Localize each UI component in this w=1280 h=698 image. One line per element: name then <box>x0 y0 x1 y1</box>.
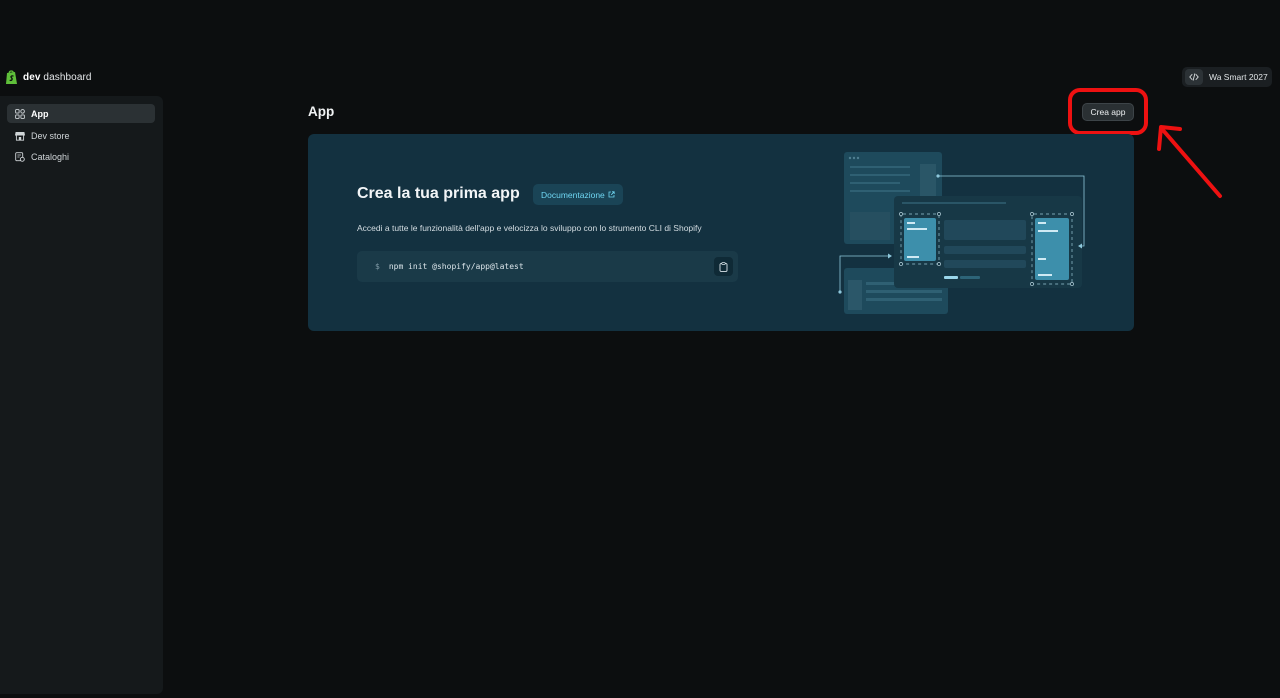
catalog-icon <box>15 151 25 162</box>
account-switcher[interactable]: Wa Smart 2027 <box>1182 67 1272 87</box>
copy-command-button[interactable] <box>714 257 733 276</box>
apps-icon <box>15 108 25 119</box>
documentation-link[interactable]: Documentazione <box>533 184 623 205</box>
external-link-icon <box>608 191 615 198</box>
sidebar-item-label: Cataloghi <box>31 151 70 162</box>
code-icon <box>1185 69 1203 85</box>
brand[interactable]: dev dashboard <box>5 69 92 85</box>
annotation-arrow-icon <box>1157 125 1222 198</box>
app-illustration <box>838 152 1085 314</box>
sidebar-item-cataloghi[interactable]: Cataloghi <box>7 147 155 166</box>
shopify-bag-icon <box>6 70 17 84</box>
page-title: App <box>308 104 335 119</box>
cli-command: npm init @shopify/app@latest <box>388 262 524 271</box>
sidebar-item-label: Dev store <box>31 130 70 141</box>
dev-dashboard-page: dev dashboard Wa Smart 2027 App Dev stor… <box>0 0 1280 698</box>
documentation-link-label: Documentazione <box>541 189 605 200</box>
sidebar-item-app[interactable]: App <box>7 104 155 123</box>
hero-description: Accedi a tutte le funzionalità dell'app … <box>357 223 702 233</box>
command-prompt: $ <box>375 262 380 271</box>
first-app-card: Crea la tua prima app Documentazione Acc… <box>308 134 1134 331</box>
clipboard-icon <box>719 261 728 272</box>
sidebar-item-label: App <box>31 108 49 119</box>
brand-text: dev dashboard <box>23 71 92 83</box>
store-icon <box>15 131 25 141</box>
sidebar: App Dev store Cataloghi <box>0 96 163 694</box>
cli-command-box: $ npm init @shopify/app@latest <box>357 251 738 282</box>
account-name: Wa Smart 2027 <box>1209 72 1268 82</box>
hero-title: Crea la tua prima app <box>357 185 520 202</box>
sidebar-item-dev-store[interactable]: Dev store <box>7 126 155 145</box>
create-app-button[interactable]: Crea app <box>1082 103 1134 121</box>
